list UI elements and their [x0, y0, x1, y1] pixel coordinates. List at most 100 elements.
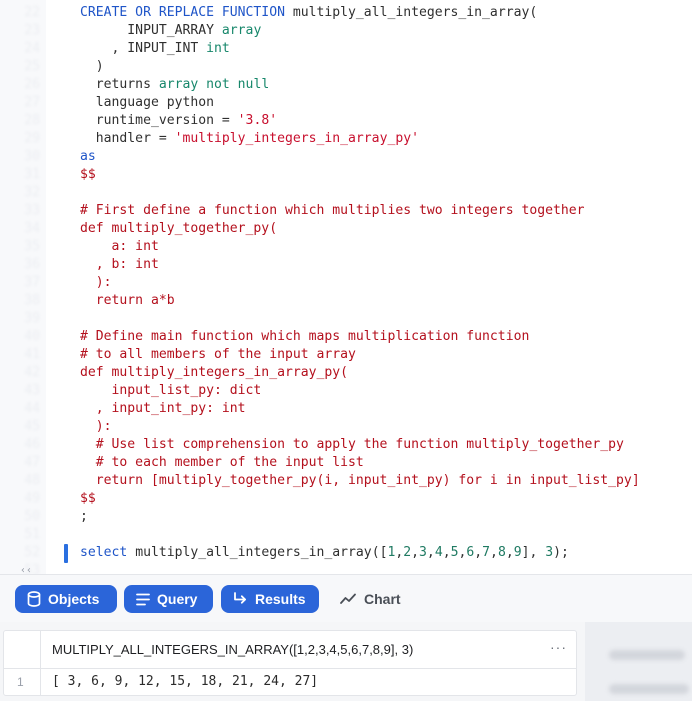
code-line[interactable]: ):	[80, 274, 112, 292]
line-number: 52	[24, 545, 40, 560]
blurred-label	[609, 650, 685, 660]
chart-button-label: Chart	[364, 591, 401, 607]
code-token: INPUT_ARRAY	[80, 23, 222, 38]
code-line[interactable]: ;	[80, 508, 88, 526]
code-line[interactable]: def multiply_together_py(	[80, 220, 277, 238]
code-token: handler =	[80, 131, 175, 146]
line-number: 25	[24, 59, 40, 74]
code-line[interactable]: return [multiply_together_py(i, input_in…	[80, 472, 640, 490]
code-token: input_list_py: dict	[80, 383, 262, 398]
code-line[interactable]: , input_int_py: int	[80, 400, 246, 418]
code-token: 2	[403, 545, 412, 560]
query-button-label: Query	[157, 591, 198, 607]
blurred-label	[609, 684, 689, 694]
query-button[interactable]: Query	[124, 585, 213, 613]
code-line[interactable]: return a*b	[80, 292, 175, 310]
code-line[interactable]: $$	[80, 490, 96, 508]
code-token: runtime_version =	[80, 113, 238, 128]
code-token: # to each member of the input list	[80, 455, 364, 470]
line-number: 32	[24, 185, 40, 200]
line-chart-icon	[340, 593, 356, 604]
code-token: int	[206, 41, 230, 56]
line-number: 50	[24, 509, 40, 524]
code-line[interactable]: , INPUT_INT int	[80, 40, 230, 58]
code-token: ,	[490, 545, 498, 560]
code-token: select	[80, 545, 128, 560]
code-line[interactable]: as	[80, 148, 96, 166]
code-line[interactable]: # to all members of the input array	[80, 346, 356, 364]
code-token: returns	[80, 77, 159, 92]
line-number: 24	[24, 41, 40, 56]
code-token: ):	[80, 275, 112, 290]
result-cell[interactable]: [ 3, 6, 9, 12, 15, 18, 21, 24, 27]	[52, 673, 318, 691]
line-number: 43	[24, 383, 40, 398]
objects-button-label: Objects	[48, 591, 100, 607]
code-token: ,	[411, 545, 420, 560]
line-number: 28	[24, 113, 40, 128]
code-line[interactable]: handler = 'multiply_integers_in_array_py…	[80, 130, 419, 148]
results-toolbar: Objects Query Results Chart	[0, 574, 692, 623]
code-token: '3.8'	[237, 113, 278, 128]
code-token: multiply_all_integers_in_array(	[284, 5, 538, 20]
code-token: 8	[497, 545, 506, 560]
code-line[interactable]: , b: int	[80, 256, 159, 274]
code-line[interactable]: $$	[80, 166, 96, 184]
code-line[interactable]: # to each member of the input list	[80, 454, 364, 472]
code-line[interactable]: select multiply_all_integers_in_array([1…	[80, 544, 569, 562]
code-token: 3	[545, 545, 554, 560]
line-number: 42	[24, 365, 40, 380]
result-details-panel	[585, 622, 692, 701]
code-token: # Define main function which maps multip…	[80, 329, 530, 344]
code-line[interactable]: ):	[80, 418, 112, 436]
return-arrow-icon	[234, 592, 246, 604]
code-line[interactable]: a: int	[80, 238, 159, 256]
code-token: ,	[474, 545, 483, 560]
code-token: def multiply_together_py(	[80, 221, 278, 236]
line-number: 31	[24, 167, 40, 182]
line-number: 37	[24, 275, 40, 290]
code-token: language python	[80, 95, 215, 110]
code-line[interactable]: INPUT_ARRAY array	[80, 22, 261, 40]
code-line[interactable]: # First define a function which multipli…	[80, 202, 585, 220]
line-number: 46	[24, 437, 40, 452]
code-token: , b: int	[80, 257, 159, 272]
chart-button[interactable]: Chart	[340, 585, 401, 613]
sql-editor[interactable]: 2122232425262728293031323334353637383940…	[0, 0, 692, 574]
results-grid: MULTIPLY_ALL_INTEGERS_IN_ARRAY([1,2,3,4,…	[3, 630, 577, 696]
objects-button[interactable]: Objects	[15, 585, 117, 613]
line-number: 22	[24, 5, 40, 20]
line-number: 48	[24, 473, 40, 488]
code-line[interactable]: CREATE OR REPLACE FUNCTION multiply_all_…	[80, 4, 537, 22]
column-menu-icon[interactable]: ···	[550, 639, 567, 656]
code-line[interactable]: runtime_version = '3.8'	[80, 112, 277, 130]
line-number-gutter: 2122232425262728293031323334353637383940…	[0, 0, 46, 574]
column-header[interactable]: MULTIPLY_ALL_INTEGERS_IN_ARRAY([1,2,3,4,…	[52, 641, 413, 658]
code-line[interactable]: language python	[80, 94, 214, 112]
line-number: 41	[24, 347, 40, 362]
line-number: 35	[24, 239, 40, 254]
line-number: 30	[24, 149, 40, 164]
line-number: 49	[24, 491, 40, 506]
code-token: $$	[80, 491, 96, 506]
line-number: 26	[24, 77, 40, 92]
code-line[interactable]: returns array not null	[80, 76, 269, 94]
code-token: as	[80, 149, 96, 164]
code-token: multiply_all_integers_in_array([	[127, 545, 388, 560]
code-line[interactable]: def multiply_integers_in_array_py(	[80, 364, 348, 382]
results-pane: MULTIPLY_ALL_INTEGERS_IN_ARRAY([1,2,3,4,…	[0, 622, 692, 701]
code-token: ,	[426, 545, 435, 560]
code-token: 3	[419, 545, 427, 560]
code-line[interactable]: )	[80, 58, 104, 76]
code-line[interactable]: # Use list comprehension to apply the fu…	[80, 436, 624, 454]
code-line[interactable]: input_list_py: dict	[80, 382, 262, 400]
code-token: # First define a function which multipli…	[80, 203, 585, 218]
code-token: 9	[513, 545, 522, 560]
code-token: , input_int_py: int	[80, 401, 246, 416]
line-number: 34	[24, 221, 40, 236]
code-token: $$	[80, 167, 96, 182]
code-token: 'multiply_integers_in_array_py'	[174, 131, 419, 146]
code-line[interactable]: # Define main function which maps multip…	[80, 328, 529, 346]
code-token: return [multiply_together_py(i, input_in…	[80, 473, 640, 488]
database-icon	[27, 591, 41, 607]
results-button[interactable]: Results	[221, 585, 319, 613]
